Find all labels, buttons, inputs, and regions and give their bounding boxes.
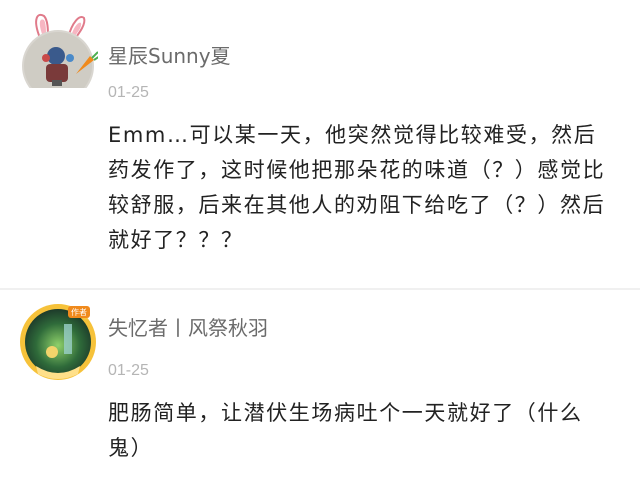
comment-item: 作者 失忆者丨风祭秋羽 01-25 肥肠简单，让潜伏生场病吐个一天就好了（什么鬼… (0, 290, 640, 478)
timestamp: 01-25 (108, 84, 149, 101)
comment-text: Emm…可以某一天，他突然觉得比较难受，然后药发作了，这时候他把那朵花的味道（？… (108, 123, 606, 252)
username[interactable]: 失忆者丨风祭秋羽 (108, 312, 268, 341)
timestamp: 01-25 (108, 362, 149, 379)
user-avatar[interactable]: Sunny (22, 13, 98, 102)
username[interactable]: 星辰Sunny夏 (108, 40, 231, 69)
comment-item: Sunny 星辰Sunny夏 01-25 Emm…可以某一天，他突然觉得比较难受… (0, 0, 640, 288)
svg-text:作者: 作者 (71, 307, 87, 317)
comment-text: 肥肠简单，让潜伏生场病吐个一天就好了（什么鬼） (108, 401, 583, 460)
rabbit-ear-avatar-icon: Sunny (22, 13, 98, 88)
game-scene-avatar-icon: 作者 (20, 304, 96, 380)
user-avatar[interactable]: 作者 (20, 304, 96, 380)
